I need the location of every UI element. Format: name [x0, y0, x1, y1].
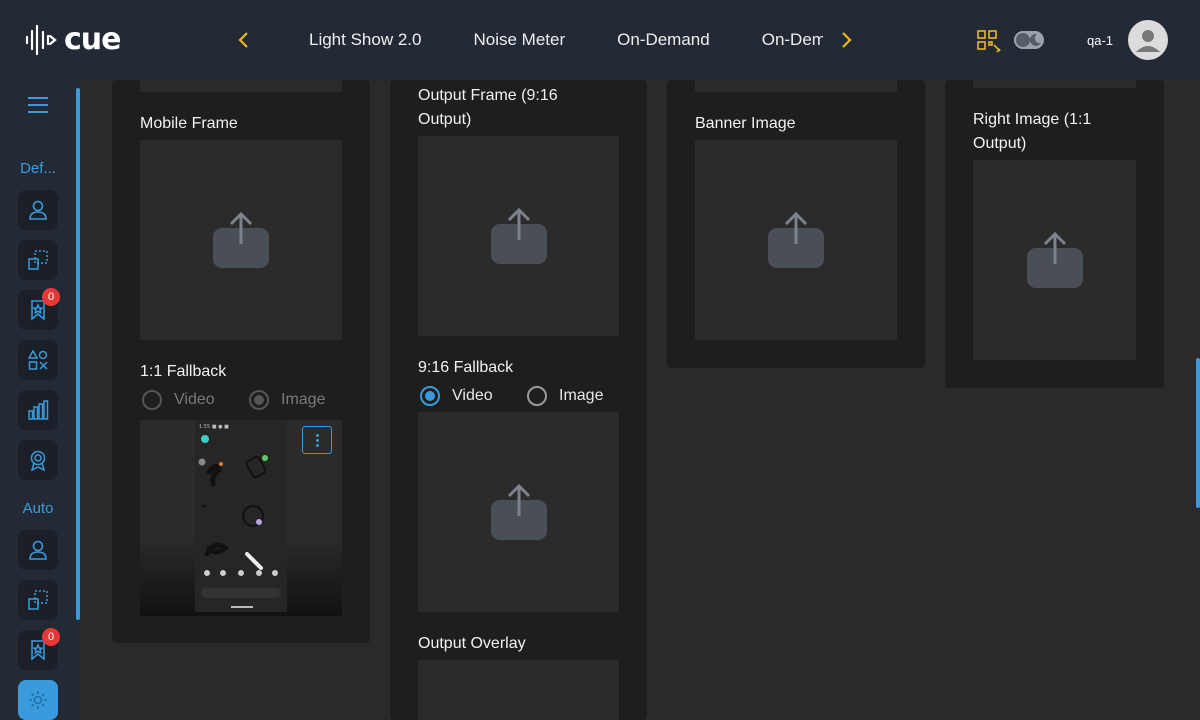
sidebar-item-users[interactable] [18, 190, 58, 230]
logo-icon [25, 24, 57, 55]
sidebar-item-settings[interactable] [18, 680, 58, 720]
upload-icon [490, 206, 547, 266]
upload-area-top-1[interactable] [140, 80, 342, 92]
radio-button[interactable] [527, 386, 547, 406]
sidebar: Def... 0 Auto 0 [0, 80, 80, 720]
right-image-upload[interactable] [973, 160, 1136, 360]
theme-toggle[interactable] [1014, 31, 1044, 49]
fallback-image-preview: 1:55 ■ ● ■ [140, 420, 342, 616]
logo[interactable]: cue [24, 22, 121, 57]
user-icon [29, 540, 47, 560]
svg-text:1:55 ■ ● ■: 1:55 ■ ● ■ [199, 424, 229, 430]
user-name[interactable]: qa-1 [1087, 33, 1113, 48]
radio-label: Image [281, 391, 326, 408]
output-overlay-upload[interactable] [418, 660, 619, 720]
user-avatar-icon [1136, 30, 1160, 52]
radio-video-9-16[interactable]: Video [420, 386, 493, 406]
sidebar-item-users-auto[interactable] [18, 530, 58, 570]
banner-image-label: Banner Image [695, 115, 796, 132]
sidebar-section-default[interactable]: Def... [0, 160, 76, 177]
tab-on-demand[interactable]: On-Demand [617, 30, 710, 50]
radio-label: Video [174, 391, 215, 408]
chevron-right-icon[interactable] [834, 28, 858, 52]
sidebar-item-select[interactable] [18, 240, 58, 280]
bar-chart-icon [28, 400, 49, 420]
radio-button[interactable] [249, 390, 269, 410]
sidebar-item-awards[interactable] [18, 440, 58, 480]
sidebar-item-bookmarks[interactable]: 0 [18, 288, 60, 330]
tab-on-demand-2[interactable]: On-Demand [762, 30, 823, 50]
upload-area-top-3[interactable] [695, 80, 897, 92]
right-image-label: Right Image (1:1 Output) [973, 111, 1092, 152]
select-icon [28, 250, 48, 270]
brand-name: cue [64, 22, 121, 57]
notification-badge: 0 [42, 628, 60, 646]
output-overlay-label: Output Overlay [418, 635, 526, 652]
upload-icon [768, 210, 824, 270]
output-frame-label: Output Frame (9:16 Output) [418, 87, 558, 128]
fallback-1-1-label: 1:1 Fallback [140, 363, 227, 380]
phone-screenshot-image: 1:55 ■ ● ■ [195, 420, 287, 612]
output-frame-upload[interactable] [418, 136, 619, 336]
avatar[interactable] [1128, 20, 1168, 60]
award-icon [30, 450, 46, 471]
user-icon [29, 200, 47, 220]
tab-noise-meter[interactable]: Noise Meter [473, 30, 565, 50]
radio-label: Video [452, 387, 493, 404]
banner-image-upload[interactable] [695, 140, 897, 340]
sidebar-item-select-auto[interactable] [18, 580, 58, 620]
nav-tabs: Light Show 2.0 Noise Meter On-Demand On-… [283, 0, 823, 80]
tab-light-show[interactable]: Light Show 2.0 [309, 30, 421, 50]
hamburger-menu-icon[interactable] [28, 96, 48, 114]
fallback-9-16-upload[interactable] [418, 412, 619, 612]
sidebar-item-analytics[interactable] [18, 390, 58, 430]
upload-area-top-4[interactable] [973, 80, 1136, 88]
chevron-left-icon[interactable] [232, 28, 256, 52]
notification-badge: 0 [42, 288, 60, 306]
mobile-frame-upload[interactable] [140, 140, 342, 340]
radio-button[interactable] [420, 386, 440, 406]
radio-video-1-1[interactable]: Video [142, 390, 215, 410]
radio-image-9-16[interactable]: Image [527, 386, 603, 406]
select-icon [28, 590, 48, 610]
qr-code-icon[interactable] [976, 29, 1002, 55]
gear-icon [29, 691, 47, 709]
more-options-button[interactable] [302, 426, 332, 454]
upload-icon [490, 482, 547, 542]
radio-image-1-1[interactable]: Image [249, 390, 325, 410]
upload-icon [213, 210, 269, 270]
top-bar: cue Light Show 2.0 Noise Meter On-Demand… [0, 0, 1200, 80]
fallback-9-16-label: 9:16 Fallback [418, 359, 514, 376]
main-scrollbar[interactable] [1196, 358, 1200, 508]
radio-button[interactable] [142, 390, 162, 410]
sidebar-item-bookmarks-auto[interactable]: 0 [18, 628, 60, 670]
shapes-icon [27, 349, 48, 370]
mobile-frame-label: Mobile Frame [140, 115, 238, 132]
upload-icon [1026, 230, 1083, 290]
moon-icon [1029, 33, 1041, 46]
radio-label: Image [559, 387, 604, 404]
sidebar-item-shapes[interactable] [18, 340, 58, 380]
sidebar-section-auto[interactable]: Auto [0, 500, 76, 517]
